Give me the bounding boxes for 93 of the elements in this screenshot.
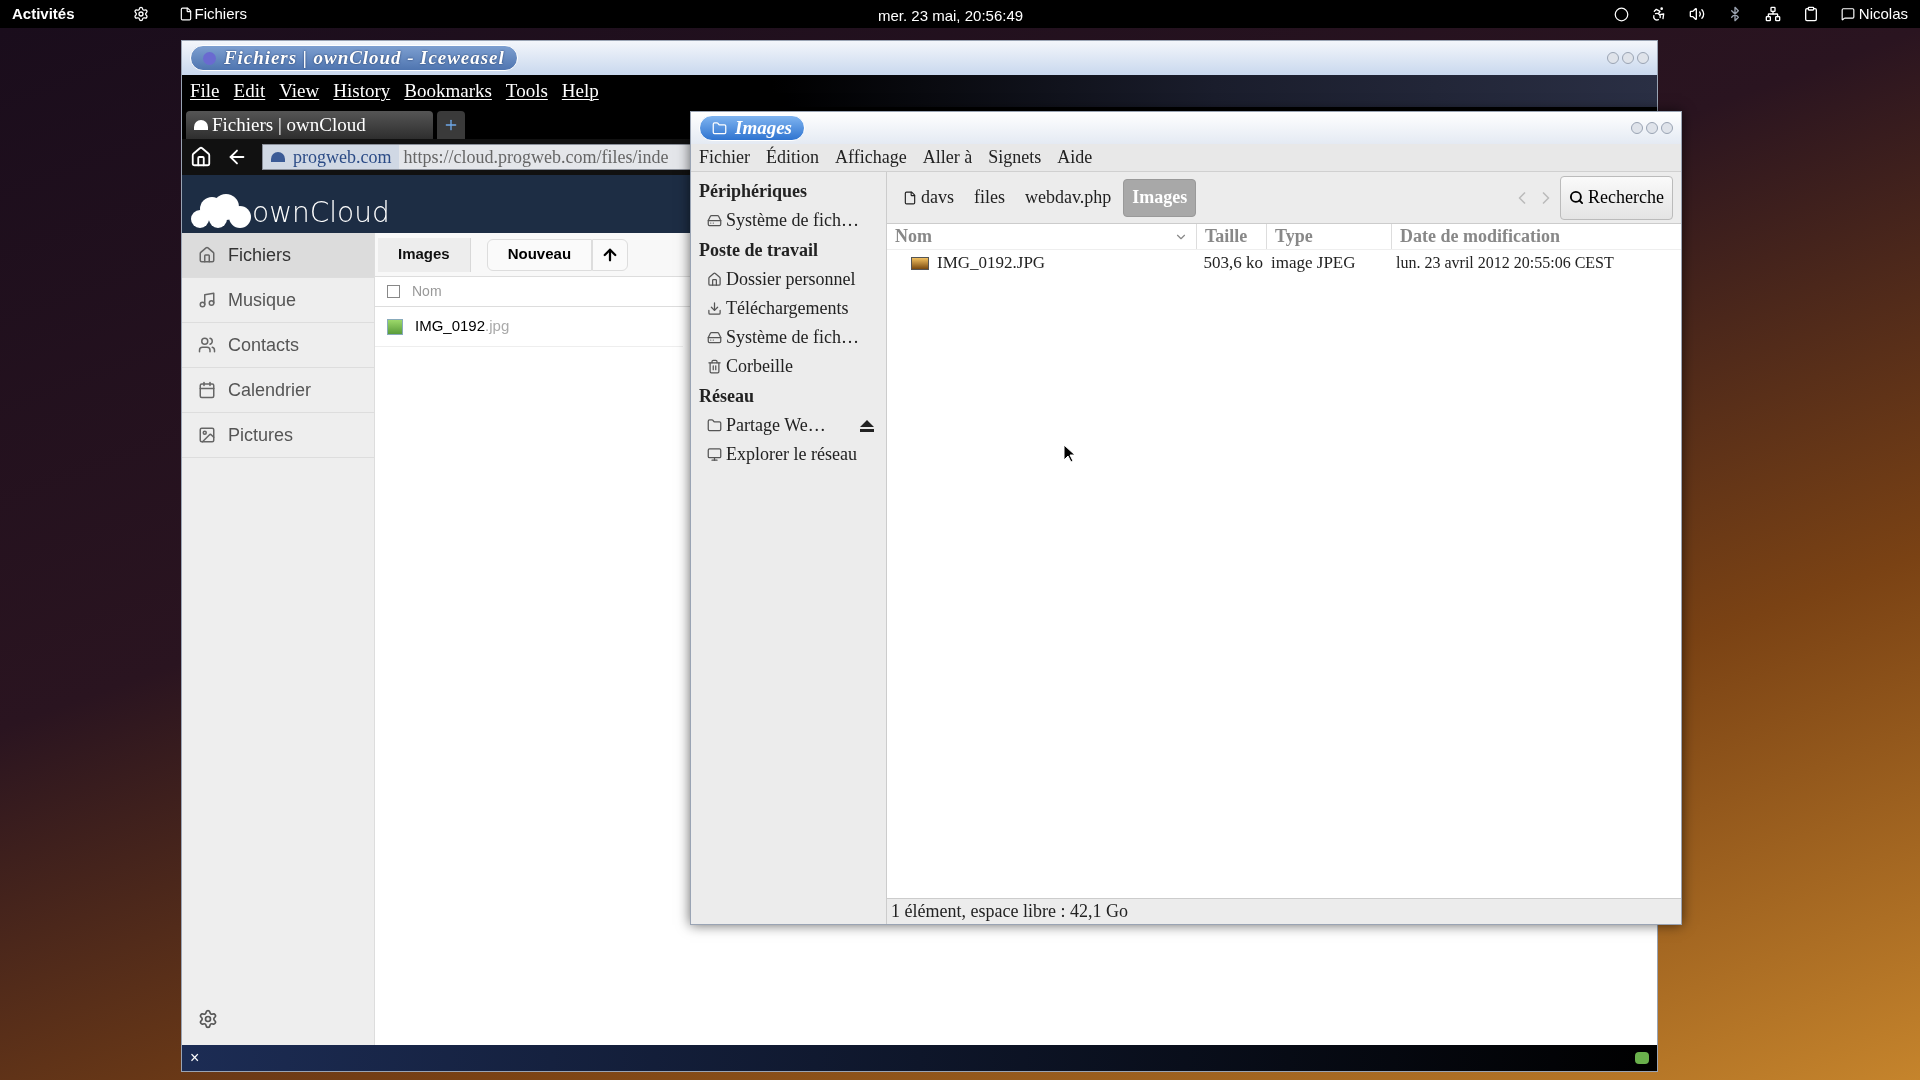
trash-icon <box>707 359 722 374</box>
app-name[interactable]: Fichiers <box>194 2 248 26</box>
column-header[interactable]: Taille <box>1197 224 1267 249</box>
clock[interactable]: mer. 23 mai, 20:56:49 <box>878 5 1024 28</box>
browser-tab[interactable]: Fichiers | ownCloud <box>186 111 433 139</box>
breadcrumb[interactable]: Images <box>378 237 471 272</box>
people-icon <box>198 336 216 354</box>
menu-item[interactable]: Bookmarks <box>404 76 492 106</box>
sidebar-item[interactable]: Fichiers <box>182 233 374 278</box>
menu-item[interactable]: File <box>190 76 220 106</box>
place-item[interactable]: Système de fich… <box>707 207 859 234</box>
menu-item[interactable]: Affichage <box>835 144 907 171</box>
place-item[interactable]: Corbeille <box>707 353 793 380</box>
drive-icon <box>707 330 722 345</box>
record-icon[interactable] <box>1613 6 1629 22</box>
window-title: Images <box>699 115 805 141</box>
menu-item[interactable]: Signets <box>988 144 1042 171</box>
new-tab-button[interactable] <box>437 111 465 139</box>
activities-button[interactable]: Activités <box>12 2 75 26</box>
new-button[interactable]: Nouveau <box>486 238 593 271</box>
select-all-checkbox[interactable] <box>387 285 400 298</box>
cloud-icon <box>271 152 285 162</box>
section-heading: Réseau <box>699 384 755 408</box>
place-item[interactable]: Partage We… <box>707 412 826 439</box>
file-name[interactable]: IMG_0192.JPG <box>937 250 1046 276</box>
eject-icon[interactable] <box>860 419 874 432</box>
browser-logo-icon <box>203 51 216 65</box>
menu-item[interactable]: Tools <box>505 76 548 106</box>
menu-item[interactable]: Edit <box>233 76 266 106</box>
music-icon <box>198 291 216 309</box>
file-type: image JPEG <box>1270 252 1357 275</box>
image-icon <box>387 318 403 335</box>
column-header[interactable]: Date de modification <box>1392 224 1681 249</box>
file-name: IMG_0192.jpg <box>415 316 510 337</box>
search-button[interactable]: Recherche <box>1560 175 1673 220</box>
place-item[interactable]: Téléchargements <box>707 295 849 322</box>
menu-item[interactable]: History <box>333 76 391 106</box>
path-button[interactable]: webdav.php <box>1017 178 1120 217</box>
volume-icon[interactable] <box>1688 6 1705 22</box>
gear-icon[interactable] <box>132 6 149 22</box>
upload-button[interactable] <box>592 238 629 271</box>
close-button[interactable]: × <box>190 1046 200 1070</box>
status-text: 1 élément, espace libre : 42,1 Go <box>891 900 1128 923</box>
monitor-icon <box>707 447 722 462</box>
plus-icon <box>443 117 459 133</box>
menu-item[interactable]: Fichier <box>699 144 750 171</box>
image-file-icon <box>911 256 929 270</box>
place-item[interactable]: Dossier personnel <box>707 266 856 293</box>
section-heading: Périphériques <box>699 179 808 203</box>
owncloud-logo: ownCloud <box>252 199 390 227</box>
drive-icon <box>707 213 722 228</box>
column-header[interactable]: Type <box>1267 224 1392 249</box>
menu-item[interactable]: Aide <box>1057 144 1093 171</box>
network-icon[interactable] <box>1764 6 1781 22</box>
image-icon <box>198 426 216 444</box>
settings-icon[interactable] <box>198 1009 218 1029</box>
home-icon[interactable] <box>190 146 212 168</box>
section-heading: Poste de travail <box>699 238 819 262</box>
menu-item[interactable]: Aller à <box>922 144 973 171</box>
file-icon <box>178 6 193 22</box>
folder-icon <box>712 120 727 136</box>
mouse-pointer-icon <box>1064 445 1076 463</box>
menu-item[interactable]: Help <box>561 76 599 106</box>
path-button[interactable]: davs <box>895 178 962 217</box>
window-title: Fichiers | ownCloud - Iceweasel <box>190 45 518 71</box>
url-text: https://cloud.progweb.com/files/inde <box>402 145 670 169</box>
home-icon <box>707 272 722 287</box>
file-icon <box>903 190 917 205</box>
sidebar-item[interactable]: Pictures <box>182 413 374 458</box>
file-row[interactable]: IMG_0192.jpg <box>375 307 683 347</box>
sidebar-item[interactable]: Contacts <box>182 323 374 368</box>
menu-item[interactable]: View <box>279 76 320 106</box>
chat-icon[interactable] <box>1840 7 1855 21</box>
home-icon <box>198 246 216 264</box>
place-item[interactable]: Explorer le réseau <box>707 441 857 468</box>
sidebar-item[interactable]: Musique <box>182 278 374 323</box>
file-size: 503,6 ko <box>1202 252 1264 275</box>
clipboard-icon[interactable] <box>1802 6 1819 22</box>
menu-item[interactable]: Édition <box>766 144 819 171</box>
download-icon <box>707 301 722 316</box>
column-header[interactable]: Nom <box>887 224 1197 249</box>
site-identity[interactable]: progweb.com <box>263 145 400 169</box>
calendar-icon <box>198 381 216 399</box>
path-button[interactable]: files <box>966 178 1013 217</box>
place-item[interactable]: Système de fich… <box>707 324 859 351</box>
search-icon <box>1569 190 1585 205</box>
cloud-icon <box>194 120 208 130</box>
accessibility-icon[interactable] <box>1650 6 1667 22</box>
addon-icon[interactable] <box>1635 1052 1649 1064</box>
modified-date: lun. 23 avril 2012 20:55:06 CEST <box>1395 253 1615 273</box>
sidebar-item[interactable]: Calendrier <box>182 368 374 413</box>
folder-icon <box>707 418 722 433</box>
user-name[interactable]: Nicolas <box>1858 2 1908 26</box>
